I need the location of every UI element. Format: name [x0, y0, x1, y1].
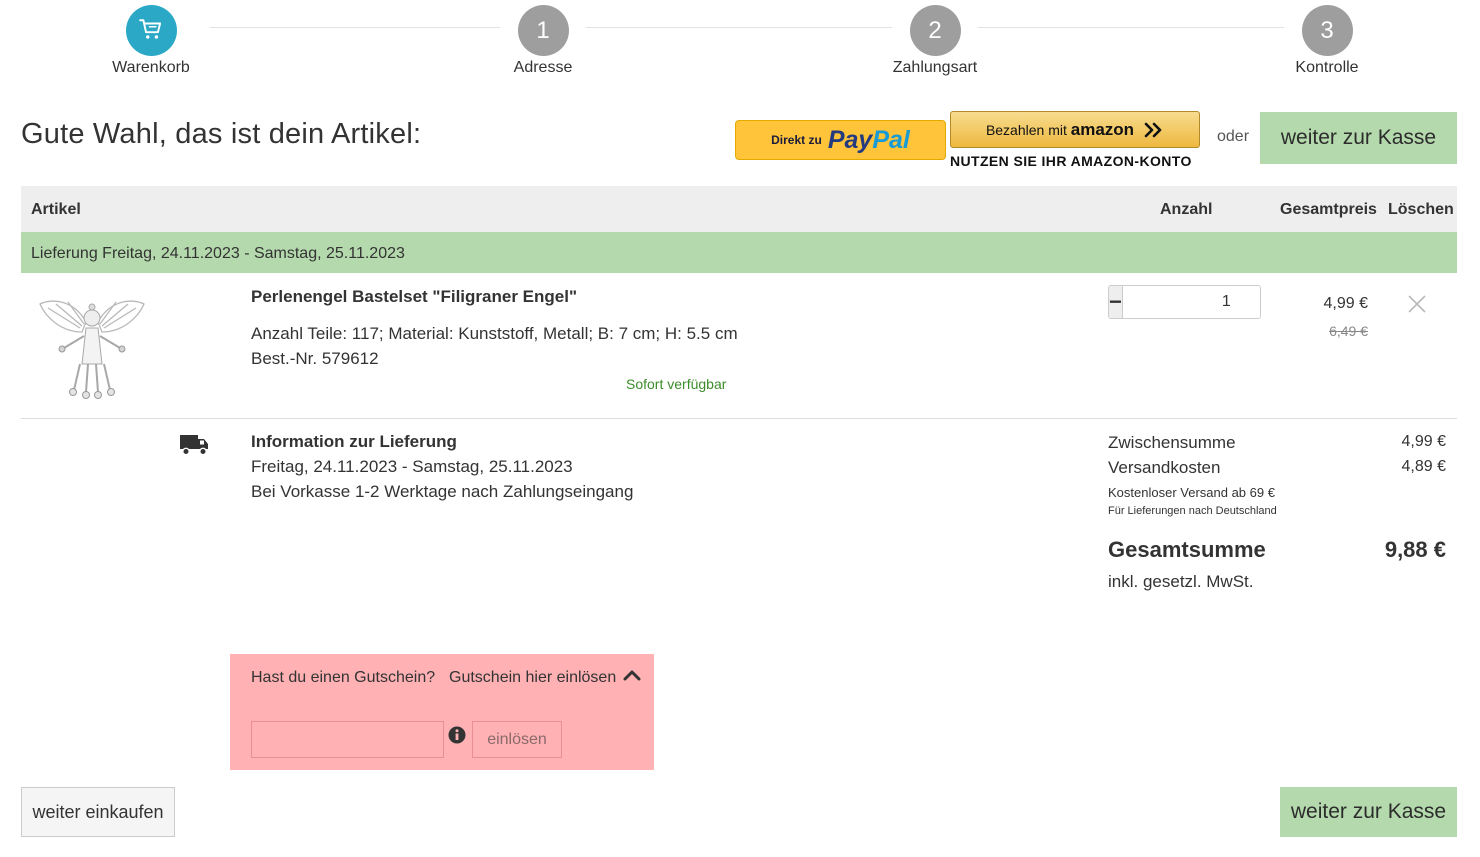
shipping-region-note: Für Lieferungen nach Deutschland	[1108, 505, 1277, 517]
paypal-logo-pal: Pal	[872, 125, 910, 154]
cart-icon	[139, 19, 162, 39]
delivery-date-bar: Lieferung Freitag, 24.11.2023 - Samstag,…	[21, 232, 1457, 273]
shipping-value: 4,89 €	[1401, 458, 1446, 475]
cart-table-header: Artikel Anzahl Gesamtpreis Löschen	[21, 186, 1457, 232]
close-icon[interactable]	[1406, 293, 1428, 315]
delivery-info-note: Bei Vorkasse 1-2 Werktage nach Zahlungse…	[251, 482, 634, 501]
step-label: Kontrolle	[1295, 59, 1359, 76]
coupon-toggle-link[interactable]: Gutschein hier einlösen	[449, 669, 616, 687]
coupon-panel: Hast du einen Gutschein? Gutschein hier …	[230, 654, 654, 770]
redeem-coupon-button[interactable]: einlösen	[472, 721, 562, 758]
paypal-prefix: Direkt zu	[771, 133, 822, 147]
delivery-info-date: Freitag, 24.11.2023 - Samstag, 25.11.202…	[251, 457, 573, 476]
product-name[interactable]: Perlenengel Bastelset "Filigraner Engel"	[251, 287, 577, 307]
checkout-button-top[interactable]: weiter zur Kasse	[1260, 112, 1457, 164]
column-total-price: Gesamtpreis	[1280, 201, 1377, 218]
checkout-stepper: Warenkorb 1 Adresse 2 Zahlungsart 3 Kont…	[0, 0, 1480, 90]
truck-icon	[180, 435, 208, 456]
stepper-connector	[210, 27, 500, 28]
product-attributes: Anzahl Teile: 117; Material: Kunststoff,…	[251, 324, 738, 343]
free-shipping-note: Kostenloser Versand ab 69 €	[1108, 485, 1275, 500]
amazon-pay: Bezahlen mit amazon NUTZEN SIE IHR AMAZO…	[950, 111, 1202, 169]
step-label: Zahlungsart	[892, 59, 978, 76]
quantity-input[interactable]	[1121, 286, 1260, 318]
paypal-logo: PayPal	[828, 126, 910, 155]
checkout-button-bottom[interactable]: weiter zur Kasse	[1280, 787, 1457, 837]
paypal-logo-pay: Pay	[827, 125, 873, 154]
stepper-connector	[586, 27, 892, 28]
subtotal-label: Zwischensumme	[1108, 433, 1236, 452]
paypal-checkout-button[interactable]: Direkt zu PayPal	[735, 120, 946, 160]
step-label: Warenkorb	[112, 59, 190, 76]
amazon-prefix: Bezahlen mit	[985, 121, 1067, 138]
subtotal-value: 4,99 €	[1401, 433, 1446, 450]
step-label: Adresse	[513, 59, 573, 76]
step-circle-active	[125, 5, 177, 56]
grand-total-value: 9,88 €	[1384, 537, 1446, 562]
stepper-connector	[978, 27, 1284, 28]
step-warenkorb[interactable]: Warenkorb	[71, 5, 231, 77]
step-zahlungsart[interactable]: 2 Zahlungsart	[855, 5, 1015, 77]
product-sku: Best.-Nr. 579612	[251, 349, 379, 368]
step-circle: 2	[909, 5, 961, 56]
step-kontrolle[interactable]: 3 Kontrolle	[1247, 5, 1407, 77]
quantity-decrease-button[interactable]: −	[1109, 286, 1122, 318]
chevron-up-icon[interactable]	[623, 668, 641, 682]
quantity-stepper: − +	[1108, 285, 1261, 319]
step-adresse[interactable]: 1 Adresse	[463, 5, 623, 77]
availability-status: Sofort verfügbar	[626, 376, 727, 392]
double-chevron-right-icon	[1144, 122, 1162, 137]
delivery-info-title: Information zur Lieferung	[251, 432, 457, 451]
or-separator: oder	[1217, 128, 1250, 145]
amazon-pay-label: Bezahlen mit amazon	[986, 120, 1134, 140]
coupon-code-input[interactable]	[251, 721, 444, 758]
step-circle: 3	[1301, 5, 1353, 56]
step-circle: 1	[517, 5, 569, 56]
info-icon[interactable]	[448, 726, 466, 744]
page-title: Gute Wahl, das ist dein Artikel:	[21, 118, 422, 150]
shipping-label: Versandkosten	[1108, 458, 1221, 477]
row-divider	[21, 418, 1457, 419]
product-image[interactable]	[36, 292, 148, 402]
amazon-note: NUTZEN SIE IHR AMAZON-KONTO	[950, 153, 1192, 169]
vat-note: inkl. gesetzl. MwSt.	[1108, 572, 1254, 591]
coupon-question: Hast du einen Gutschein?	[251, 669, 436, 686]
item-old-price: 6,49 €	[1329, 323, 1368, 339]
column-quantity: Anzahl	[1160, 201, 1213, 218]
grand-total-label: Gesamtsumme	[1108, 537, 1266, 562]
item-price: 4,99 €	[1323, 295, 1368, 312]
column-article: Artikel	[31, 201, 81, 218]
column-delete: Löschen	[1388, 201, 1454, 218]
continue-shopping-button[interactable]: weiter einkaufen	[21, 787, 175, 837]
amazon-logo: amazon	[1070, 119, 1135, 139]
amazon-pay-button[interactable]: Bezahlen mit amazon	[950, 111, 1200, 148]
